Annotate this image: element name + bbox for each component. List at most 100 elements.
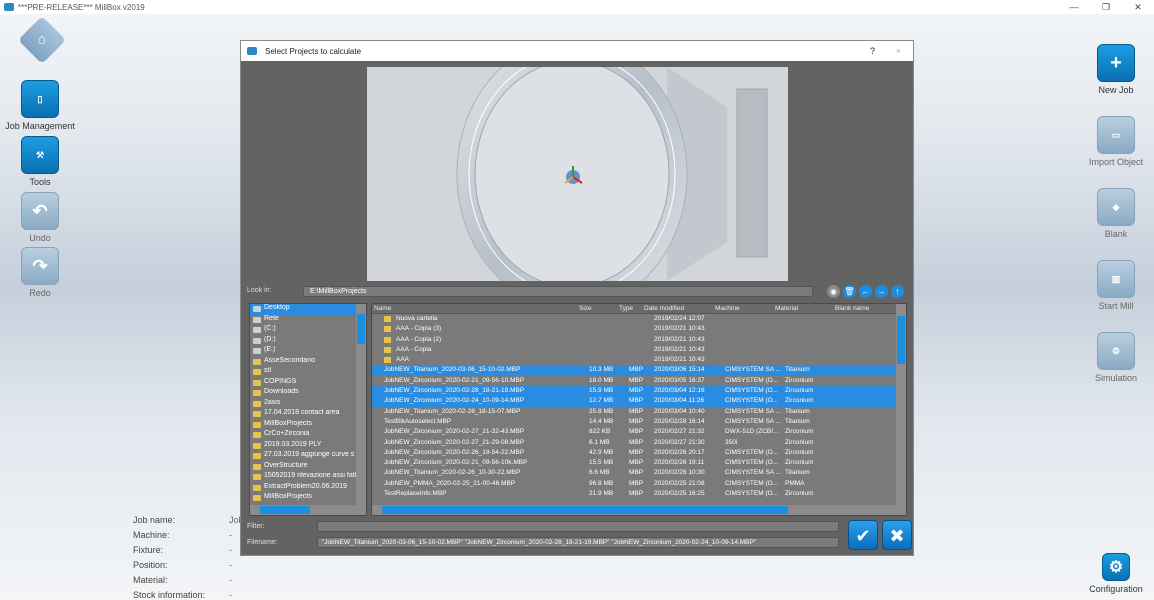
material-row: Material: - bbox=[133, 575, 232, 585]
tree-item[interactable]: 27.03.2019 aggiunge curve s bbox=[250, 451, 366, 462]
tree-item[interactable]: Rete bbox=[250, 315, 366, 326]
window-controls: — ❐ ✕ bbox=[1058, 0, 1154, 14]
restore-icon[interactable]: ❐ bbox=[1090, 0, 1122, 14]
undo-button[interactable]: ↶ Undo bbox=[4, 192, 76, 243]
look-in-row: Look in: E:\MillBoxProjects ◉ 🗑 ← → ↑ bbox=[247, 285, 909, 298]
dialog-titlebar: Select Projects to calculate ? × bbox=[241, 41, 913, 61]
tree-item[interactable]: Desktop bbox=[250, 304, 366, 315]
simulation-button[interactable]: ⚙ Simulation bbox=[1080, 332, 1152, 383]
folder-row[interactable]: AAA - Copia (2) 2019/02/21 10:43 bbox=[372, 335, 906, 345]
cell-date: 2020/02/27 21:32 bbox=[654, 428, 705, 436]
file-row[interactable]: JobNEW_Titanium_2020-02-26_10-30-22.MBP 6… bbox=[372, 468, 906, 478]
window-title: ***PRE-RELEASE*** MillBox v2019 bbox=[18, 2, 145, 12]
tree-item[interactable]: OverStructure bbox=[250, 462, 366, 473]
file-row[interactable]: JobNEW_Zirconium_2020-02-27_21-29-08.MBP… bbox=[372, 438, 906, 448]
new-job-icon: + bbox=[1097, 44, 1135, 82]
file-row[interactable]: TestReplaceInfo.MBP 21.9 MB MBP 2020/02/25 … bbox=[372, 489, 906, 499]
configuration-label: Configuration bbox=[1089, 584, 1143, 594]
up-folder-icon[interactable]: ↑ bbox=[891, 285, 904, 298]
filename-input[interactable]: "JobNEW_Titanium_2020-03-06_15-10-02.MBP… bbox=[317, 537, 839, 548]
cell-date: 2019/02/21 10:43 bbox=[654, 325, 705, 333]
file-row[interactable]: JobNEW_Titanium_2020-03-06_15-10-02.MBP 1… bbox=[372, 365, 906, 376]
ok-button[interactable]: ✔ bbox=[848, 520, 878, 550]
folder-row[interactable]: Nuova cartella 2019/02/24 12:07 bbox=[372, 314, 906, 324]
start-mill-icon: ▥ bbox=[1097, 260, 1135, 298]
tree-item[interactable]: ExtractProblem20.06.2019 bbox=[250, 483, 366, 494]
file-row[interactable]: JobNEW_Zirconium_2020-02-24_10-09-14.MBP… bbox=[372, 396, 906, 407]
tree-vertical-scrollbar[interactable] bbox=[356, 304, 366, 515]
tools-label: Tools bbox=[29, 177, 51, 187]
col-type[interactable]: Type bbox=[619, 305, 633, 312]
job-management-icon: ▯ bbox=[21, 80, 59, 118]
file-row[interactable]: JobNEW_Titanium_2020-02-28_18-15-07.MBP 2… bbox=[372, 407, 906, 417]
cell-type: MBP bbox=[629, 490, 644, 498]
folder-row[interactable]: AAA - Copia 2019/02/21 10:43 bbox=[372, 345, 906, 355]
delete-icon[interactable]: 🗑 bbox=[843, 285, 856, 298]
start-mill-button[interactable]: ▥ Start Mill bbox=[1080, 260, 1152, 311]
file-row[interactable]: TestBlkAutoselect.MBP 14.4 MB MBP 2020/02/2… bbox=[372, 417, 906, 427]
col-blank[interactable]: Blank name bbox=[835, 305, 869, 312]
tree-horizontal-scrollbar[interactable] bbox=[250, 505, 358, 515]
tree-item[interactable]: MillBoxProjects bbox=[250, 493, 366, 504]
cell-machine: CIMSYSTEM (O... bbox=[725, 490, 779, 498]
tree-item[interactable]: AsseSecondario bbox=[250, 357, 366, 368]
tools-button[interactable]: ⚒ Tools bbox=[4, 136, 76, 187]
tree-item[interactable]: COPINGS bbox=[250, 378, 366, 389]
col-material[interactable]: Material bbox=[775, 305, 798, 312]
tree-item[interactable]: (D:) bbox=[250, 336, 366, 347]
file-row[interactable]: JobNEW_PMMA_2020-02-25_21-00-46.MBP 96.8 … bbox=[372, 479, 906, 489]
folder-icon bbox=[384, 326, 391, 333]
file-row[interactable]: JobNEW_Zirconium_2020-02-21_09-56-10.MBP… bbox=[372, 376, 906, 386]
tree-item[interactable]: 15052019 rilevazione assi fatt bbox=[250, 472, 366, 483]
col-machine[interactable]: Machine bbox=[715, 305, 740, 312]
job-management-button[interactable]: ▯ Job Management bbox=[4, 80, 76, 131]
filter-input[interactable] bbox=[317, 521, 839, 532]
file-row[interactable]: JobNEW_Zirconium_2020-02-28_18-21-19.MBP… bbox=[372, 386, 906, 397]
tree-item[interactable]: (C:) bbox=[250, 325, 366, 336]
file-row[interactable]: JobNEW_Zirconium_2020-02-21_09-56-10k.MB… bbox=[372, 458, 906, 468]
tree-item[interactable]: 2019.03.2019 PLY bbox=[250, 441, 366, 452]
col-date[interactable]: Date modified bbox=[644, 305, 684, 312]
file-row[interactable]: JobNEW_Zirconium_2020-02-26_19-54-22.MBP… bbox=[372, 448, 906, 458]
redo-button[interactable]: ↷ Redo bbox=[4, 247, 76, 298]
home-button[interactable]: ⌂ bbox=[14, 15, 70, 65]
close-window-icon[interactable]: ✕ bbox=[1122, 0, 1154, 14]
blank-label: Blank bbox=[1104, 229, 1128, 239]
look-in-field[interactable]: E:\MillBoxProjects bbox=[303, 286, 813, 297]
cell-date: 2019/02/21 10:43 bbox=[654, 335, 705, 343]
minimize-icon[interactable]: — bbox=[1058, 0, 1090, 14]
cell-size: 15.5 MB bbox=[589, 459, 614, 467]
cell-machine: CIMSYSTEM (O... bbox=[725, 479, 779, 487]
cell-name: TestReplaceInfo.MBP bbox=[384, 490, 447, 498]
forward-arrow-icon[interactable]: → bbox=[875, 285, 888, 298]
folder-tree: Desktop Rete (C:) (D:) (E:) AsseSecondario stl… bbox=[249, 303, 367, 516]
col-size[interactable]: Size bbox=[579, 305, 592, 312]
files-vertical-scrollbar[interactable] bbox=[896, 304, 906, 515]
cell-material: Titanium bbox=[785, 417, 810, 425]
folder-row[interactable]: AAA - Copia (3) 2019/02/21 10:43 bbox=[372, 324, 906, 334]
col-name[interactable]: Name bbox=[374, 305, 391, 312]
help-button[interactable]: ? bbox=[870, 46, 875, 56]
back-arrow-icon[interactable]: ← bbox=[859, 285, 872, 298]
tree-item[interactable]: CrCo+Zirconia bbox=[250, 430, 366, 441]
configuration-button[interactable]: ⚙ Configuration bbox=[1080, 553, 1152, 594]
cancel-button[interactable]: ✖ bbox=[882, 520, 912, 550]
cell-type: MBP bbox=[629, 397, 644, 405]
preview-toggle-icon[interactable]: ◉ bbox=[827, 285, 840, 298]
file-row[interactable]: JobNEW_Zirconium_2020-02-27_21-32-43.MBP… bbox=[372, 427, 906, 437]
tree-item[interactable]: 17.04.2018 contact area bbox=[250, 409, 366, 420]
folder-row[interactable]: AAA 2019/02/21 10:43 bbox=[372, 355, 906, 365]
tree-item[interactable]: Downloads bbox=[250, 388, 366, 399]
tree-item[interactable]: stl bbox=[250, 367, 366, 378]
new-job-button[interactable]: + New Job bbox=[1080, 44, 1152, 95]
tree-item[interactable]: (E:) bbox=[250, 346, 366, 357]
cell-type: MBP bbox=[629, 417, 644, 425]
cell-machine: CIMSYSTEM (O... bbox=[725, 448, 779, 456]
import-object-button[interactable]: ▭ Import Object bbox=[1080, 116, 1152, 167]
tree-item[interactable]: 2axis bbox=[250, 399, 366, 410]
dialog-close-button[interactable]: × bbox=[896, 46, 901, 56]
tree-item[interactable]: MillBoxProjects bbox=[250, 420, 366, 431]
files-horizontal-scrollbar[interactable] bbox=[372, 505, 898, 515]
blank-button[interactable]: ◈ Blank bbox=[1080, 188, 1152, 239]
cell-size: 96.8 MB bbox=[589, 479, 614, 487]
